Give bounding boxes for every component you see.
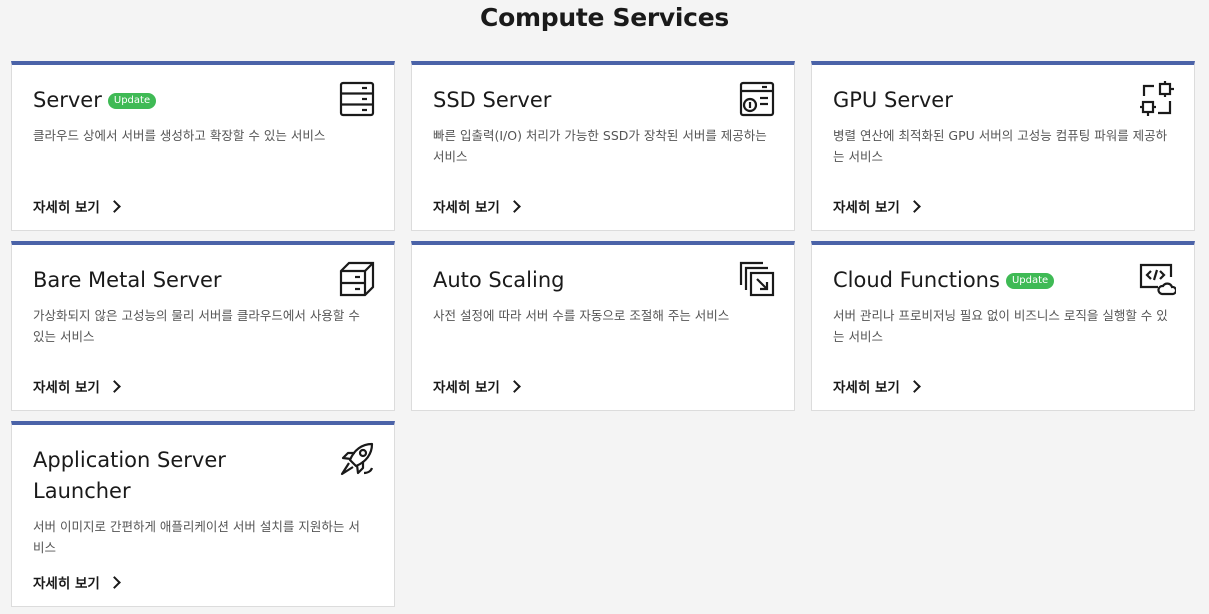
details-link-label: 자세히 보기: [33, 380, 100, 396]
card-title: GPU Server: [833, 88, 953, 112]
details-link-label: 자세히 보기: [33, 200, 100, 216]
update-badge: Update: [1005, 273, 1055, 289]
details-link-label: 자세히 보기: [433, 200, 500, 216]
details-link[interactable]: 자세히 보기: [33, 196, 121, 216]
service-card-auto-scaling[interactable]: Auto Scaling 사전 설정에 따라 서버 수를 자동으로 조절해 주는…: [411, 241, 795, 411]
update-badge: Update: [107, 93, 157, 109]
service-card-server[interactable]: Server Update 클라우드 상에서 서버를 생성하고 확장할 수 있는 …: [11, 61, 395, 231]
service-card-gpu-server[interactable]: GPU Server 병렬 연산에 최적화된 GPU 서버의 고성능 컴퓨팅 파…: [811, 61, 1195, 231]
details-link-label: 자세히 보기: [833, 200, 900, 216]
service-card-ssd-server[interactable]: SSD Server 빠른 입출력(I/O) 처리가 가능한 SSD가 장착된 …: [411, 61, 795, 231]
chevron-right-icon: [907, 380, 921, 393]
ssd-server-icon: [738, 80, 776, 118]
page-title: Compute Services: [480, 3, 729, 32]
card-description: 사전 설정에 따라 서버 수를 자동으로 조절해 주는 서비스: [433, 308, 730, 323]
details-link-label: 자세히 보기: [833, 380, 900, 396]
details-link[interactable]: 자세히 보기: [833, 376, 921, 396]
chevron-right-icon: [507, 200, 521, 213]
chevron-right-icon: [507, 380, 521, 393]
card-description: 가상화되지 않은 고성능의 물리 서버를 클라우드에서 사용할 수 있는 서비스: [33, 308, 360, 344]
details-link[interactable]: 자세히 보기: [433, 376, 521, 396]
service-card-cloud-functions[interactable]: Cloud Functions Update 서버 관리나 프로비저닝 필요 없이…: [811, 241, 1195, 411]
card-description: 빠른 입출력(I/O) 처리가 가능한 SSD가 장착된 서버를 제공하는 서비…: [433, 128, 767, 164]
card-description: 서버 이미지로 간편하게 애플리케이션 서버 설치를 지원하는 서비스: [33, 519, 360, 555]
details-link-label: 자세히 보기: [33, 576, 100, 592]
card-description: 클라우드 상에서 서버를 생성하고 확장할 수 있는 서비스: [33, 128, 326, 143]
card-title: Cloud Functions: [833, 268, 1000, 292]
details-link[interactable]: 자세히 보기: [33, 376, 121, 396]
chevron-right-icon: [907, 200, 921, 213]
server-rack-icon: [338, 80, 376, 118]
rocket-icon: [338, 440, 376, 478]
service-card-application-server-launcher[interactable]: Application Server Launcher 서버 이미지로 간편하게…: [11, 421, 395, 607]
chevron-right-icon: [107, 380, 121, 393]
card-title: Auto Scaling: [433, 268, 565, 292]
card-title: Server: [33, 88, 102, 112]
card-title: Application Server Launcher: [33, 448, 226, 503]
auto-scaling-icon: [738, 260, 776, 298]
details-link[interactable]: 자세히 보기: [33, 572, 121, 592]
card-title: Bare Metal Server: [33, 268, 222, 292]
gpu-chip-icon: [1138, 80, 1176, 118]
card-description: 서버 관리나 프로비저닝 필요 없이 비즈니스 로직을 실행할 수 있는 서비스: [833, 308, 1168, 344]
details-link[interactable]: 자세히 보기: [433, 196, 521, 216]
bare-metal-server-icon: [338, 260, 376, 298]
details-link[interactable]: 자세히 보기: [833, 196, 921, 216]
chevron-right-icon: [107, 576, 121, 589]
card-description: 병렬 연산에 최적화된 GPU 서버의 고성능 컴퓨팅 파워를 제공하는 서비스: [833, 128, 1168, 164]
service-card-bare-metal-server[interactable]: Bare Metal Server 가상화되지 않은 고성능의 물리 서버를 클…: [11, 241, 395, 411]
cloud-functions-icon: [1138, 260, 1176, 298]
details-link-label: 자세히 보기: [433, 380, 500, 396]
card-title: SSD Server: [433, 88, 552, 112]
chevron-right-icon: [107, 200, 121, 213]
